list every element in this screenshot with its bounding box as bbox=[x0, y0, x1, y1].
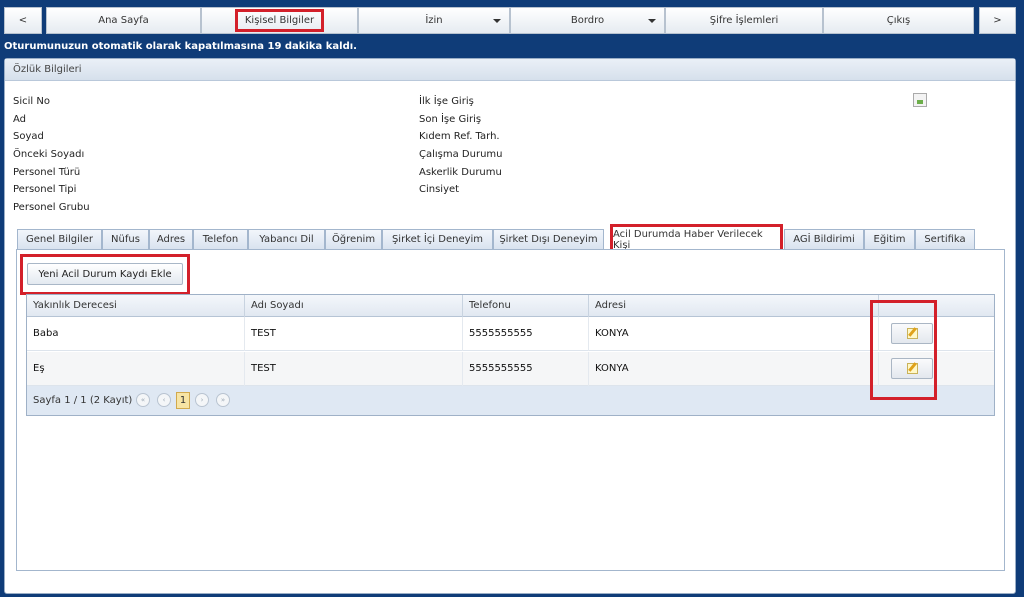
tab-sirket-ici-deneyim[interactable]: Şirket İçi Deneyim bbox=[382, 229, 493, 249]
emergency-contacts-grid: Yakınlık Derecesi Adı Soyadı Telefonu Ad… bbox=[26, 294, 995, 416]
nav-home-button[interactable]: Ana Sayfa bbox=[46, 7, 201, 34]
nav-prev-label: < bbox=[18, 15, 28, 26]
nav-logout-label: Çıkış bbox=[886, 15, 911, 26]
tab-label: Telefon bbox=[202, 234, 239, 245]
table-row[interactable]: Eş TEST 5555555555 KONYA bbox=[27, 352, 994, 386]
col-adresi[interactable]: Adresi bbox=[589, 295, 879, 317]
edit-buttons-highlight bbox=[870, 300, 937, 400]
tab-label: Acil Durumda Haber Verilecek Kişi bbox=[613, 229, 763, 251]
tab-egitim[interactable]: Eğitim bbox=[864, 229, 915, 249]
cell-yakinlik: Baba bbox=[27, 317, 245, 351]
tab-label: Sertifika bbox=[924, 234, 966, 245]
nav-prev-button[interactable]: < bbox=[4, 7, 42, 34]
first-page-icon[interactable]: « bbox=[136, 393, 150, 407]
cell-telefonu: 5555555555 bbox=[463, 317, 589, 351]
grid-header: Yakınlık Derecesi Adı Soyadı Telefonu Ad… bbox=[27, 295, 994, 317]
nav-leave-button[interactable]: İzin bbox=[358, 7, 510, 34]
label-personel-grubu: Personel Grubu bbox=[13, 202, 90, 213]
nav-payroll-button[interactable]: Bordro bbox=[510, 7, 665, 34]
label-ad: Ad bbox=[13, 114, 27, 125]
tab-label: Eğitim bbox=[873, 234, 906, 245]
add-emergency-contact-button[interactable]: Yeni Acil Durum Kaydı Ekle bbox=[27, 263, 183, 285]
cell-telefonu: 5555555555 bbox=[463, 352, 589, 386]
tab-ogrenim[interactable]: Öğrenim bbox=[325, 229, 382, 249]
chevron-down-icon bbox=[648, 19, 656, 23]
cell-adi-soyadi: TEST bbox=[245, 352, 463, 386]
label-cinsiyet: Cinsiyet bbox=[419, 184, 460, 195]
tab-label: Nüfus bbox=[111, 234, 140, 245]
col-yakinlik-derecesi[interactable]: Yakınlık Derecesi bbox=[27, 295, 245, 317]
cell-adresi: KONYA bbox=[589, 317, 879, 351]
grid-pager: Sayfa 1 / 1 (2 Kayıt) « ‹ 1 › » bbox=[27, 386, 994, 415]
label-soyad: Soyad bbox=[13, 131, 44, 142]
nav-personal-info-label: Kişisel Bilgiler bbox=[234, 9, 325, 32]
nav-home-label: Ana Sayfa bbox=[98, 15, 149, 26]
col-telefonu[interactable]: Telefonu bbox=[463, 295, 589, 317]
cell-adi-soyadi: TEST bbox=[245, 317, 463, 351]
tab-label: Öğrenim bbox=[331, 234, 376, 245]
nav-logout-button[interactable]: Çıkış bbox=[823, 7, 974, 34]
broken-image-icon bbox=[913, 93, 927, 107]
prev-page-icon[interactable]: ‹ bbox=[157, 393, 171, 407]
label-sicil-no: Sicil No bbox=[13, 96, 50, 107]
top-nav: < Ana Sayfa Kişisel Bilgiler İzin Bordro… bbox=[0, 0, 1024, 38]
panel-title: Özlük Bilgileri bbox=[5, 59, 1015, 81]
label-kidem-ref-tarh: Kıdem Ref. Tarh. bbox=[419, 131, 500, 142]
personnel-panel: Özlük Bilgileri Sicil No Ad Soyad Önceki… bbox=[4, 58, 1016, 594]
tab-label: Şirket Dışı Deneyim bbox=[499, 234, 598, 245]
table-row[interactable]: Baba TEST 5555555555 KONYA bbox=[27, 317, 994, 351]
tab-label: Şirket İçi Deneyim bbox=[391, 234, 484, 245]
tab-agi-bildirimi[interactable]: AGİ Bildirimi bbox=[784, 229, 864, 249]
next-page-icon[interactable]: › bbox=[195, 393, 209, 407]
tab-sirket-disi-deneyim[interactable]: Şirket Dışı Deneyim bbox=[493, 229, 604, 249]
tab-adres[interactable]: Adres bbox=[149, 229, 193, 249]
nav-next-button[interactable]: > bbox=[979, 7, 1016, 34]
add-button-label: Yeni Acil Durum Kaydı Ekle bbox=[38, 268, 172, 280]
tab-yabanci-dil[interactable]: Yabancı Dil bbox=[248, 229, 325, 249]
cell-yakinlik: Eş bbox=[27, 352, 245, 386]
label-askerlik-durumu: Askerlik Durumu bbox=[419, 167, 502, 178]
tab-label: Genel Bilgiler bbox=[26, 234, 93, 245]
tab-telefon[interactable]: Telefon bbox=[193, 229, 248, 249]
nav-next-label: > bbox=[993, 15, 1002, 26]
last-page-icon[interactable]: » bbox=[216, 393, 230, 407]
chevron-down-icon bbox=[493, 19, 501, 23]
nav-leave-label: İzin bbox=[425, 15, 443, 26]
nav-password-button[interactable]: Şifre İşlemleri bbox=[665, 7, 823, 34]
tab-content-acil-durum: Yeni Acil Durum Kaydı Ekle Yakınlık Dere… bbox=[16, 249, 1005, 571]
label-ilk-ise-giris: İlk İşe Giriş bbox=[419, 96, 474, 107]
label-calisma-durumu: Çalışma Durumu bbox=[419, 149, 503, 160]
nav-password-label: Şifre İşlemleri bbox=[709, 15, 779, 26]
label-personel-turu: Personel Türü bbox=[13, 167, 81, 178]
nav-payroll-label: Bordro bbox=[570, 15, 605, 26]
label-onceki-soyadi: Önceki Soyadı bbox=[13, 149, 85, 160]
pager-summary: Sayfa 1 / 1 (2 Kayıt) bbox=[33, 395, 133, 406]
tab-label: AGİ Bildirimi bbox=[793, 234, 855, 245]
cell-adresi: KONYA bbox=[589, 352, 879, 386]
tab-nufus[interactable]: Nüfus bbox=[102, 229, 149, 249]
col-adi-soyadi[interactable]: Adı Soyadı bbox=[245, 295, 463, 317]
nav-personal-info-button[interactable]: Kişisel Bilgiler bbox=[201, 7, 358, 34]
tab-label: Adres bbox=[156, 234, 186, 245]
label-son-ise-giris: Son İşe Giriş bbox=[419, 114, 482, 125]
current-page-button[interactable]: 1 bbox=[176, 392, 190, 409]
tab-genel-bilgiler[interactable]: Genel Bilgiler bbox=[17, 229, 102, 249]
tab-sertifika[interactable]: Sertifika bbox=[915, 229, 975, 249]
session-timeout-message: Oturumunuzun otomatik olarak kapatılması… bbox=[4, 41, 357, 52]
label-personel-tipi: Personel Tipi bbox=[13, 184, 77, 195]
tab-label: Yabancı Dil bbox=[259, 234, 314, 245]
